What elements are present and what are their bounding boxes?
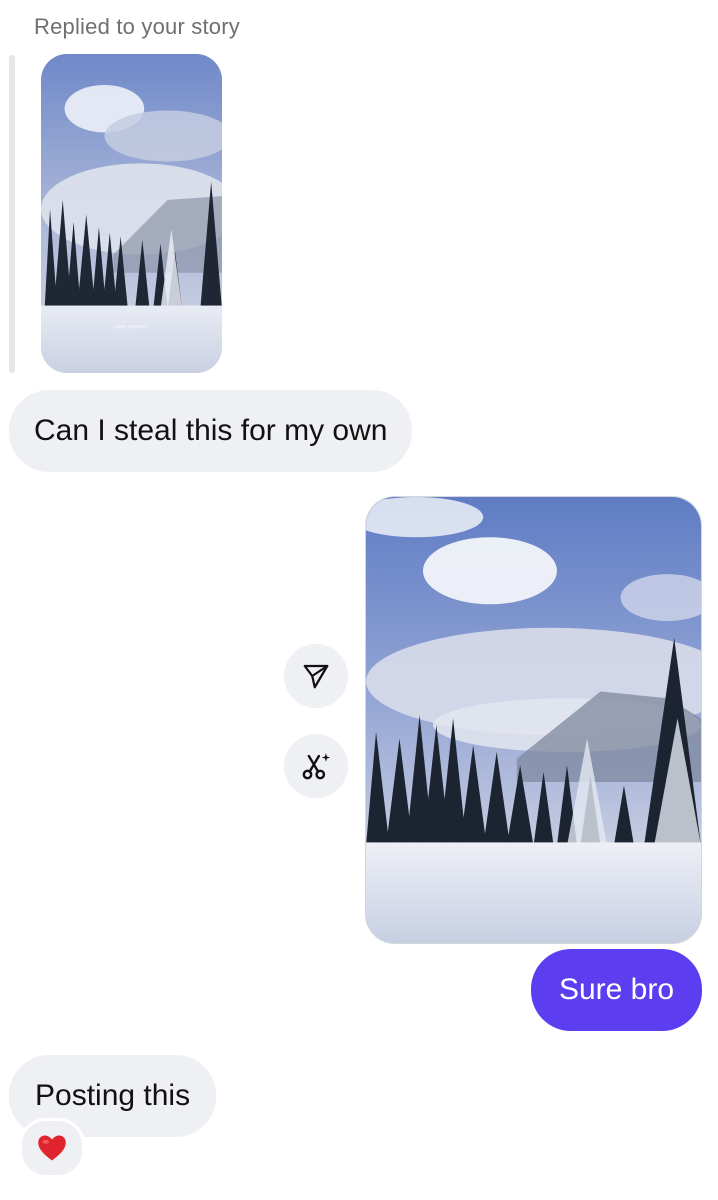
shared-photo-message[interactable] [365,496,702,944]
scissors-sparkle-icon [302,753,331,780]
story-reply-label: Replied to your story [34,14,240,39]
message-bubble-incoming[interactable]: Can I steal this for my own [9,390,413,472]
chat-thread: Replied to your story @jiyuk_snowtravels… [0,0,718,1200]
share-button[interactable] [284,644,348,708]
message-text: Can I steal this for my own [34,414,388,447]
remix-button[interactable] [284,734,348,798]
story-thumbnail-image: @jiyuk_snowtravels [41,54,222,373]
red-heart-icon [38,1135,66,1161]
message-bubble-outgoing[interactable]: Sure bro [531,949,702,1031]
story-reply-bar [9,55,15,373]
shared-photo-image [366,497,701,943]
story-thumbnail-caption: @jiyuk_snowtravels [116,324,148,328]
paper-plane-icon [303,664,329,689]
message-text: Sure bro [558,973,675,1006]
story-thumbnail[interactable]: @jiyuk_snowtravels [41,54,222,373]
message-text: Posting this [35,1079,191,1112]
reaction-badge[interactable] [19,1118,85,1178]
